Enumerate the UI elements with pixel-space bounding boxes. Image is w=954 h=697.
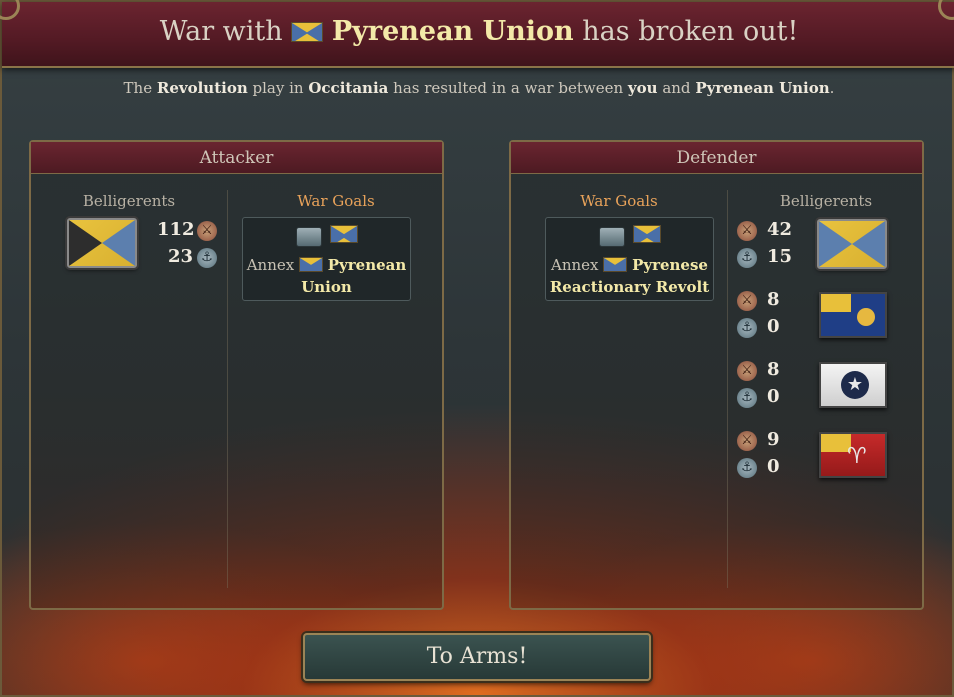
- belligerents-label: Belligerents: [82, 192, 176, 210]
- target-flag-icon: [632, 225, 661, 243]
- navy-count: 0: [767, 456, 780, 477]
- belligerents-label: Belligerents: [779, 192, 873, 210]
- army-count: 8: [767, 289, 780, 310]
- belligerent-flag[interactable]: [817, 219, 887, 269]
- title-prefix: War with: [159, 16, 283, 47]
- desc-country[interactable]: Pyrenean Union: [695, 79, 829, 97]
- goal-target: Reactionary Revolt: [549, 278, 710, 296]
- goal-target: Pyrenean: [327, 256, 407, 274]
- desc-text: play in: [252, 79, 304, 97]
- desc-text: The: [123, 79, 153, 97]
- anchor-icon: ⚓: [737, 248, 757, 268]
- belligerent-flag[interactable]: ★: [819, 362, 887, 408]
- war-goal-card[interactable]: Annex Pyrenese Reactionary Revolt: [545, 217, 714, 301]
- desc-text: has resulted in a war between: [393, 79, 624, 97]
- annex-chest-icon: [295, 226, 322, 247]
- war-goal-text: Annex Pyrenese Reactionary Revolt: [546, 254, 713, 298]
- target-flag-icon: [329, 225, 358, 243]
- anchor-icon: ⚓: [197, 248, 217, 268]
- defender-panel: Defender War Goals Belligerents Annex Py…: [509, 140, 924, 610]
- war-goals-label: War Goals: [297, 192, 375, 210]
- navy-count: 0: [767, 316, 780, 337]
- target-flag-icon: [298, 257, 323, 272]
- army-icon: ⚔: [737, 361, 757, 381]
- window-header: War with Pyrenean Union has broken out!: [0, 0, 954, 68]
- annex-chest-icon: [598, 226, 625, 247]
- window-title: War with Pyrenean Union has broken out!: [2, 16, 954, 47]
- star-icon: ★: [841, 371, 869, 399]
- army-icon: ⚔: [737, 291, 757, 311]
- army-count: 9: [767, 429, 780, 450]
- navy-count: 23: [168, 246, 194, 267]
- desc-text: and: [662, 79, 691, 97]
- desc-region[interactable]: Occitania: [308, 79, 388, 97]
- war-goal-icons: [243, 225, 410, 247]
- goal-verb: Annex: [551, 256, 599, 274]
- desc-you: you: [627, 79, 658, 97]
- army-icon: ⚔: [737, 221, 757, 241]
- belligerent-flag[interactable]: [67, 218, 137, 268]
- goal-target: Pyrenese: [632, 256, 708, 274]
- war-goal-card[interactable]: Annex Pyrenean Union: [242, 217, 411, 301]
- war-goal-icons: [546, 225, 713, 247]
- navy-count: 15: [767, 246, 793, 267]
- anchor-icon: ⚓: [737, 318, 757, 338]
- defender-header: Defender: [511, 142, 922, 174]
- army-icon: ⚔: [197, 221, 217, 241]
- anchor-icon: ⚓: [737, 388, 757, 408]
- army-count: 8: [767, 359, 780, 380]
- to-arms-button[interactable]: To Arms!: [303, 633, 651, 681]
- country-flag-icon: [291, 22, 324, 42]
- title-country[interactable]: Pyrenean Union: [332, 16, 574, 47]
- war-goal-text: Annex Pyrenean Union: [243, 254, 410, 298]
- anchor-icon: ⚓: [737, 458, 757, 478]
- desc-text: .: [829, 79, 835, 97]
- bird-icon: ♈: [847, 444, 867, 469]
- attacker-panel: Attacker Belligerents War Goals 112 ⚔ 23…: [29, 140, 444, 610]
- belligerent-flag[interactable]: [819, 292, 887, 338]
- belligerent-flag[interactable]: ♈: [819, 432, 887, 478]
- attacker-header: Attacker: [31, 142, 442, 174]
- sun-icon: [857, 308, 875, 326]
- column-divider: [227, 190, 228, 588]
- army-icon: ⚔: [737, 431, 757, 451]
- title-suffix: has broken out!: [582, 16, 799, 47]
- desc-play: Revolution: [156, 79, 248, 97]
- target-flag-icon: [603, 257, 628, 272]
- army-count: 112: [157, 219, 195, 240]
- event-window: War with Pyrenean Union has broken out! …: [0, 0, 954, 697]
- goal-target: Union: [301, 278, 352, 296]
- war-goals-label: War Goals: [580, 192, 658, 210]
- column-divider: [727, 190, 728, 588]
- army-count: 42: [767, 219, 793, 240]
- goal-verb: Annex: [246, 256, 295, 274]
- event-description: The Revolution play in Occitania has res…: [2, 79, 954, 97]
- navy-count: 0: [767, 386, 780, 407]
